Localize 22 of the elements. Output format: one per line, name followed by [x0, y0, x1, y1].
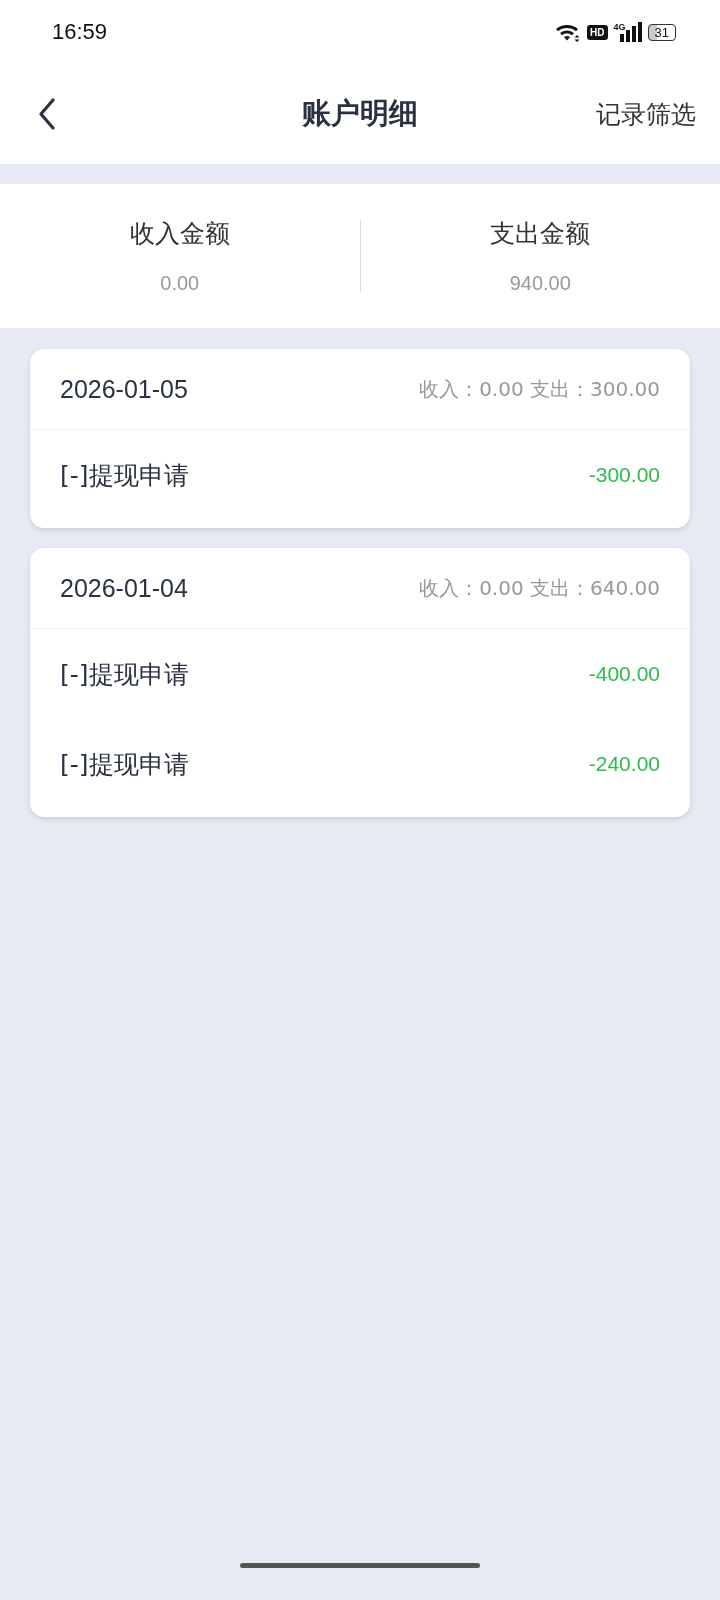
battery-indicator: 31 [647, 23, 676, 41]
wifi-icon [555, 22, 582, 42]
network-label: 4G [613, 22, 626, 32]
entry-amount: -300.00 [588, 463, 660, 487]
summary-label: 支出金额 [490, 218, 591, 250]
entry-title: [-]提现申请 [60, 658, 189, 691]
entry-title: [-]提现申请 [60, 748, 189, 781]
hd-badge: HD [587, 24, 608, 40]
entry-amount: -400.00 [588, 662, 660, 686]
date-label: 2026-01-05 [60, 374, 188, 404]
summary-value: 940.00 [509, 272, 571, 295]
summary-value: 0.00 [160, 272, 200, 295]
status-time: 16:59 [52, 19, 108, 45]
day-totals: 收入：0.00 支出：640.00 [419, 574, 660, 602]
entry-amount: -240.00 [588, 752, 660, 776]
entry-title: [-]提现申请 [60, 459, 189, 492]
day-totals: 收入：0.00 支出：300.00 [419, 375, 660, 403]
filter-button[interactable]: 记录筛选 [596, 97, 696, 131]
page-title: 账户明细 [302, 95, 418, 132]
back-icon [38, 98, 56, 130]
summary-label: 收入金额 [129, 218, 230, 250]
date-label: 2026-01-04 [60, 573, 188, 603]
